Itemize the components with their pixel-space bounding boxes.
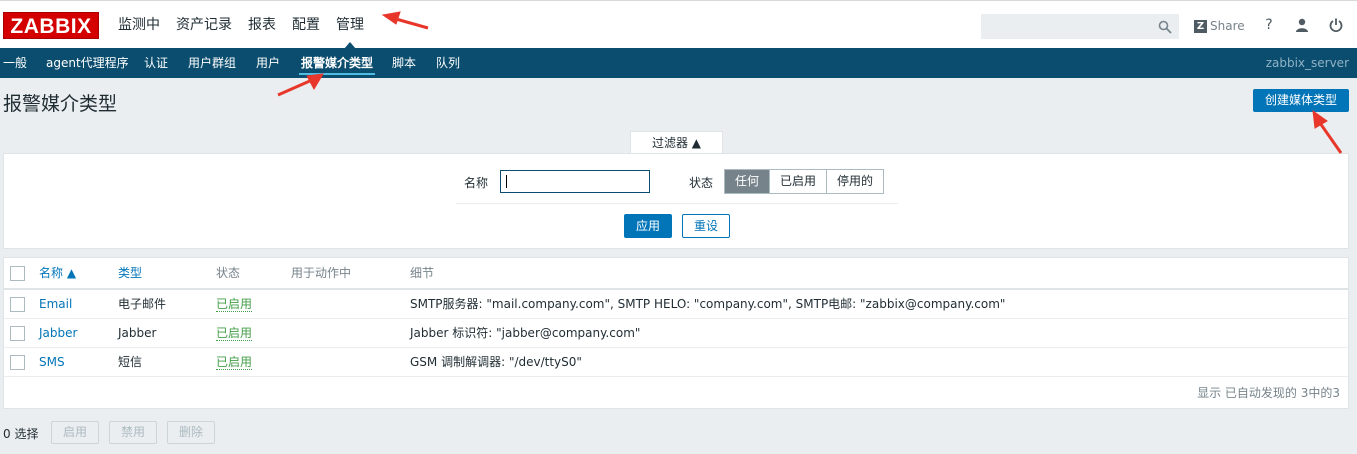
search-icon[interactable] [1158, 20, 1172, 34]
status-option-any[interactable]: 任何 [725, 170, 770, 193]
filter-status-segmented: 任何 已启用 停用的 [724, 169, 885, 194]
sign-out-icon[interactable] [1328, 17, 1344, 33]
row-type: Jabber [118, 326, 157, 340]
main-menu: 监测中 资产记录 报表 配置 管理 [110, 1, 372, 49]
menu-administration[interactable]: 管理 [328, 1, 372, 49]
subnav-authentication[interactable]: 认证 [144, 48, 168, 78]
filter-apply-button[interactable]: 应用 [624, 214, 672, 238]
filter-reset-button[interactable]: 重设 [682, 214, 730, 238]
subnav-general[interactable]: 一般 [3, 48, 27, 78]
status-option-enabled[interactable]: 已启用 [769, 170, 827, 193]
filter-name-label: 名称 [464, 176, 489, 190]
share-label: Share [1210, 19, 1245, 33]
row-name-link[interactable]: SMS [39, 348, 65, 377]
filter-divider [456, 203, 898, 204]
table-row: Email 电子邮件 已启用 SMTP服务器: "mail.company.co… [4, 290, 1348, 319]
selected-count: 0 选择 [3, 427, 39, 441]
filter-tab[interactable]: 过滤器 ▲ [630, 131, 723, 154]
share-button[interactable]: Z Share [1194, 18, 1245, 34]
bulk-disable-button[interactable]: 禁用 [109, 421, 157, 444]
col-status: 状态 [216, 266, 241, 280]
col-type-sort[interactable]: 类型 [118, 258, 142, 289]
row-status-toggle[interactable]: 已启用 [216, 326, 253, 341]
col-name-sort[interactable]: 名称 ▲ [39, 258, 76, 289]
bulk-delete-button[interactable]: 删除 [167, 421, 215, 444]
top-header: ZABBIX 监测中 资产记录 报表 配置 管理 Z Share ? [0, 0, 1357, 49]
menu-configuration[interactable]: 配置 [284, 1, 328, 49]
menu-monitoring[interactable]: 监测中 [110, 1, 168, 49]
text-cursor [506, 175, 507, 188]
row-status-toggle[interactable]: 已启用 [216, 297, 253, 312]
subnav-proxies[interactable]: agent代理程序 [46, 48, 129, 78]
bulk-enable-button[interactable]: 启用 [51, 421, 99, 444]
subnav-scripts[interactable]: 脚本 [392, 48, 416, 78]
subnav-user-groups[interactable]: 用户群组 [188, 48, 236, 78]
row-checkbox[interactable] [10, 355, 25, 370]
help-icon[interactable]: ? [1261, 17, 1277, 33]
page-title: 报警媒介类型 [3, 93, 118, 115]
search-input[interactable] [982, 15, 1157, 38]
share-z-icon: Z [1194, 19, 1207, 33]
row-status-cell: 已启用 [216, 319, 253, 348]
subnav-queue[interactable]: 队列 [436, 48, 460, 78]
filter-panel: 名称 状态 任何 已启用 停用的 应用 重设 [3, 153, 1349, 249]
col-details: 细节 [410, 266, 435, 280]
user-profile-icon[interactable] [1294, 17, 1310, 33]
row-checkbox[interactable] [10, 326, 25, 341]
sub-navigation: 一般 agent代理程序 认证 用户群组 用户 报警媒介类型 脚本 队列 zab… [0, 48, 1357, 78]
zabbix-logo[interactable]: ZABBIX [3, 12, 99, 39]
table-row: SMS 短信 已启用 GSM 调制解调器: "/dev/ttyS0" [4, 348, 1348, 377]
filter-name-input[interactable] [500, 170, 650, 193]
table-row: Jabber Jabber 已启用 Jabber 标识符: "jabber@co… [4, 319, 1348, 348]
menu-inventory[interactable]: 资产记录 [168, 1, 240, 49]
col-used-in-actions: 用于动作中 [291, 266, 352, 280]
row-details: Jabber 标识符: "jabber@company.com" [410, 326, 641, 340]
row-details: GSM 调制解调器: "/dev/ttyS0" [410, 355, 582, 369]
row-type: 短信 [118, 355, 143, 369]
annotation-arrow-create [1312, 109, 1343, 154]
row-type: 电子邮件 [118, 297, 167, 311]
row-status-toggle[interactable]: 已启用 [216, 355, 253, 370]
row-name-link[interactable]: Email [39, 290, 72, 319]
server-name: zabbix_server [1265, 56, 1349, 70]
row-details: SMTP服务器: "mail.company.com", SMTP HELO: … [410, 297, 1006, 311]
select-all-checkbox[interactable] [10, 266, 25, 281]
global-search [981, 14, 1179, 39]
row-checkbox[interactable] [10, 297, 25, 312]
subnav-media-types[interactable]: 报警媒介类型 [298, 48, 376, 78]
table-record-count: 显示 已自动发现的 3中的3 [1197, 386, 1340, 400]
row-name-link[interactable]: Jabber [39, 319, 77, 348]
menu-reports[interactable]: 报表 [240, 1, 284, 49]
row-status-cell: 已启用 [216, 348, 253, 377]
filter-status-label: 状态 [689, 176, 714, 190]
media-types-table: 名称 ▲ 类型 状态 用于动作中 细节 Email 电子邮件 已启用 SMTP服… [3, 257, 1349, 409]
row-status-cell: 已启用 [216, 290, 253, 319]
status-option-disabled[interactable]: 停用的 [826, 170, 884, 193]
subnav-users[interactable]: 用户 [256, 48, 280, 78]
table-header-row: 名称 ▲ 类型 状态 用于动作中 细节 [4, 258, 1348, 290]
create-media-type-button[interactable]: 创建媒体类型 [1253, 89, 1349, 112]
